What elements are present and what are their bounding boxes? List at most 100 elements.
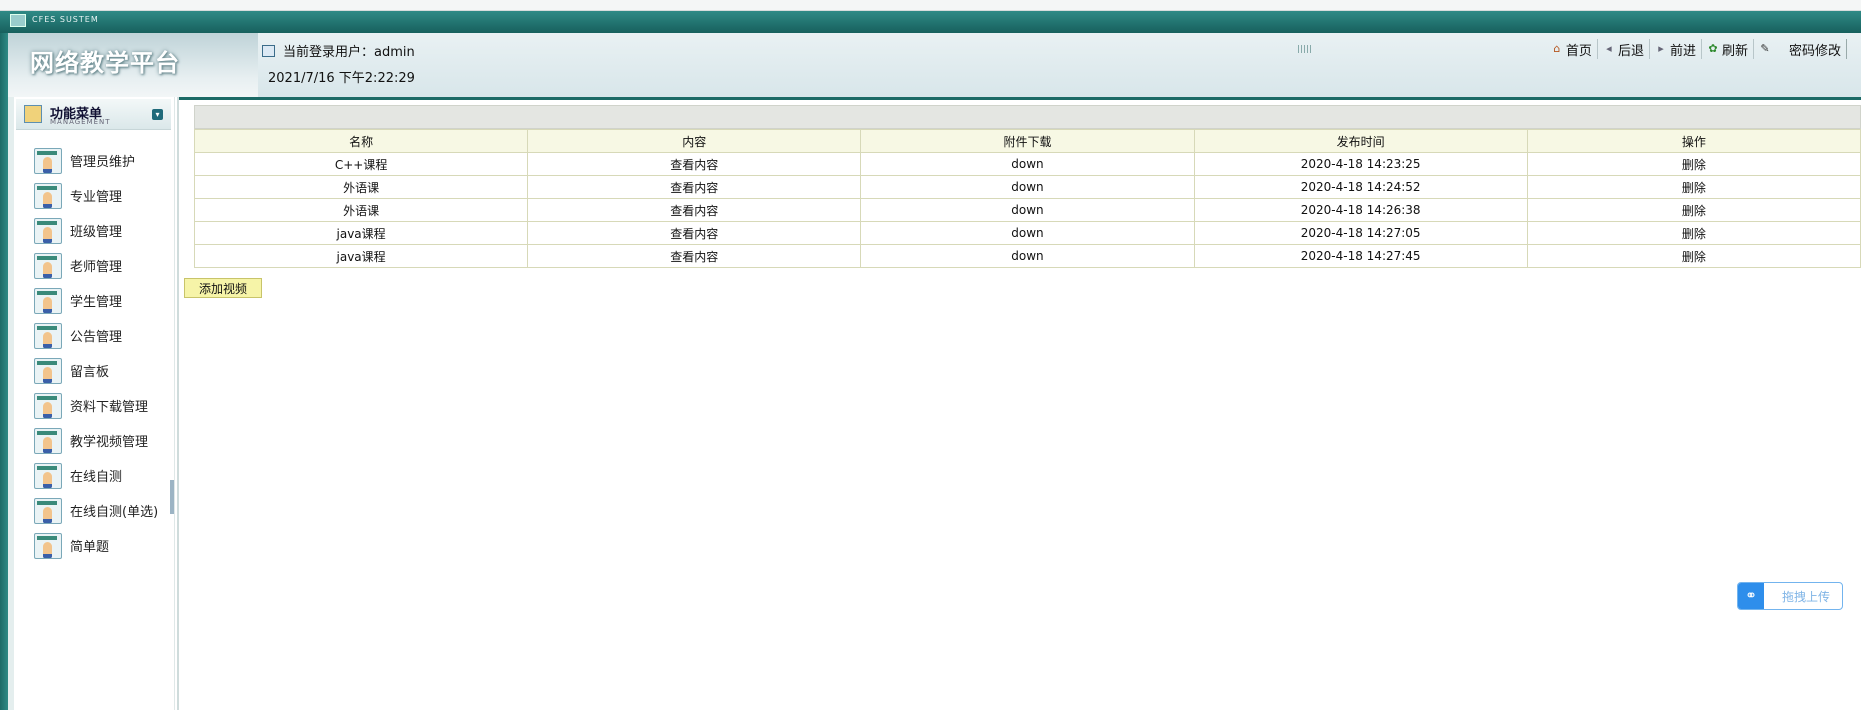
sidebar-item-major-management[interactable]: 专业管理 <box>34 178 158 213</box>
sidebar-item-label: 资料下载管理 <box>70 400 149 415</box>
table-header-row: 名称 内容 附件下载 发布时间 操作 <box>193 129 1861 153</box>
collapse-toggle-icon[interactable]: ▾ <box>152 109 163 120</box>
user-card-icon <box>34 497 62 524</box>
download-link[interactable]: down <box>860 175 1195 199</box>
cell-name: C++课程 <box>193 152 529 176</box>
drag-upload-button[interactable]: ⚭ 拖拽上传 <box>1737 582 1843 610</box>
header: 网络教学平台 当前登录用户：admin 2021/7/16 下午2:22:29 … <box>0 33 1861 100</box>
view-content-link[interactable]: 查看内容 <box>527 175 862 199</box>
sidebar-item-label: 班级管理 <box>70 225 123 240</box>
delete-link[interactable]: 删除 <box>1526 198 1861 222</box>
user-card-icon <box>34 147 62 174</box>
download-link[interactable]: down <box>860 244 1195 268</box>
delete-link[interactable]: 删除 <box>1526 152 1861 176</box>
column-header-action: 操作 <box>1526 129 1861 153</box>
sidebar-item-label: 学生管理 <box>70 295 123 310</box>
home-icon: ⌂ <box>1553 42 1561 55</box>
drag-upload-label: 拖拽上传 <box>1782 589 1831 604</box>
view-content-link[interactable]: 查看内容 <box>527 198 862 222</box>
cell-name: 外语课 <box>193 198 529 222</box>
delete-link[interactable]: 删除 <box>1526 221 1861 245</box>
sidebar-item-label: 教学视频管理 <box>70 435 149 450</box>
sidebar-item-label: 公告管理 <box>70 330 123 345</box>
view-content-link[interactable]: 查看内容 <box>527 244 862 268</box>
refresh-link-label: 刷新 <box>1721 43 1748 59</box>
left-frame-bar <box>0 33 8 710</box>
user-prefix: 当前登录用户： <box>283 45 375 60</box>
cell-name: 外语课 <box>193 175 529 199</box>
delete-link[interactable]: 删除 <box>1526 244 1861 268</box>
cell-time: 2020-4-18 14:24:52 <box>1193 175 1528 199</box>
user-card-icon <box>34 322 62 349</box>
table-row: java课程 查看内容 down 2020-4-18 14:27:05 删除 <box>193 221 1861 245</box>
download-link[interactable]: down <box>860 198 1195 222</box>
password-edit-icon: ✎ <box>1760 42 1770 55</box>
forward-link[interactable]: ▸ 前进 <box>1650 39 1702 59</box>
main-content: 名称 内容 附件下载 发布时间 操作 C++课程 查看内容 down 2020-… <box>193 105 1861 268</box>
sidebar-item-label: 老师管理 <box>70 260 123 275</box>
cell-time: 2020-4-18 14:26:38 <box>1193 198 1528 222</box>
download-link[interactable]: down <box>860 152 1195 176</box>
grid-toolbar <box>194 105 1861 129</box>
view-content-link[interactable]: 查看内容 <box>527 221 862 245</box>
user-card-icon <box>34 462 62 489</box>
sidebar-item-short-answer[interactable]: 简单题 <box>34 528 158 563</box>
refresh-icon: ✿ <box>1708 42 1718 55</box>
system-label: CFES SUSTEM <box>32 15 99 24</box>
username: admin <box>374 45 415 60</box>
sidebar-item-label: 在线自测 <box>70 470 123 485</box>
top-nav-links: ⌂ 首页 ◂ 后退 ▸ 前进 ✿ 刷新 ✎ 密码修改 <box>1546 39 1847 59</box>
current-user-line: 当前登录用户：admin <box>262 41 415 60</box>
view-content-link[interactable]: 查看内容 <box>527 152 862 176</box>
grip-icon <box>1298 45 1312 53</box>
user-card-icon <box>34 182 62 209</box>
sidebar-item-online-test[interactable]: 在线自测 <box>34 458 158 493</box>
sidebar-item-admin-maintenance[interactable]: 管理员维护 <box>34 143 158 178</box>
menu-header: 功能菜单 MANAGEMENT ▾ <box>16 99 171 130</box>
cell-time: 2020-4-18 14:23:25 <box>1193 152 1528 176</box>
user-card-icon <box>34 287 62 314</box>
table-row: 外语课 查看内容 down 2020-4-18 14:24:52 删除 <box>193 175 1861 199</box>
add-video-button[interactable]: 添加视频 <box>184 278 262 298</box>
sidebar-item-label: 简单题 <box>70 540 110 555</box>
sidebar-item-video-management[interactable]: 教学视频管理 <box>34 423 158 458</box>
refresh-link[interactable]: ✿ 刷新 <box>1702 39 1754 59</box>
table-row: java课程 查看内容 down 2020-4-18 14:27:45 删除 <box>193 244 1861 268</box>
sidebar-item-notice-management[interactable]: 公告管理 <box>34 318 158 353</box>
menu-subtitle: MANAGEMENT <box>50 118 111 126</box>
delete-link[interactable]: 删除 <box>1526 175 1861 199</box>
password-edit-link[interactable]: ✎ 密码修改 <box>1754 39 1847 59</box>
title-bar: CFES SUSTEM <box>0 11 1861 33</box>
sidebar-item-label: 管理员维护 <box>70 155 136 170</box>
content-separator <box>174 97 175 710</box>
sidebar-item-class-management[interactable]: 班级管理 <box>34 213 158 248</box>
user-card-icon <box>34 427 62 454</box>
forward-link-label: 前进 <box>1669 43 1696 59</box>
menu-list: 管理员维护 专业管理 班级管理 老师管理 学生管理 公告管理 留言板 资料下载管… <box>34 143 158 563</box>
sidebar-item-student-management[interactable]: 学生管理 <box>34 283 158 318</box>
column-header-name: 名称 <box>193 129 529 153</box>
window-icon <box>262 45 275 57</box>
user-card-icon <box>34 357 62 384</box>
cell-name: java课程 <box>193 221 529 245</box>
sidebar-item-online-test-single[interactable]: 在线自测(单选) <box>34 493 158 528</box>
table-row: 外语课 查看内容 down 2020-4-18 14:26:38 删除 <box>193 198 1861 222</box>
cell-time: 2020-4-18 14:27:05 <box>1193 221 1528 245</box>
column-header-attachment: 附件下载 <box>860 129 1195 153</box>
sidebar-item-download-management[interactable]: 资料下载管理 <box>34 388 158 423</box>
download-link[interactable]: down <box>860 221 1195 245</box>
menu-header-icon <box>24 105 42 123</box>
table-row: C++课程 查看内容 down 2020-4-18 14:23:25 删除 <box>193 152 1861 176</box>
video-table: 名称 内容 附件下载 发布时间 操作 C++课程 查看内容 down 2020-… <box>193 129 1861 268</box>
sidebar-item-teacher-management[interactable]: 老师管理 <box>34 248 158 283</box>
back-link-label: 后退 <box>1617 43 1644 59</box>
user-card-icon <box>34 252 62 279</box>
sidebar-item-label: 留言板 <box>70 365 110 380</box>
home-link[interactable]: ⌂ 首页 <box>1546 39 1598 59</box>
datetime-display: 2021/7/16 下午2:22:29 <box>268 71 415 86</box>
sidebar-item-message-board[interactable]: 留言板 <box>34 353 158 388</box>
back-link[interactable]: ◂ 后退 <box>1598 39 1650 59</box>
cell-name: java课程 <box>193 244 529 268</box>
column-header-publish-time: 发布时间 <box>1193 129 1528 153</box>
monitor-icon <box>10 14 26 27</box>
